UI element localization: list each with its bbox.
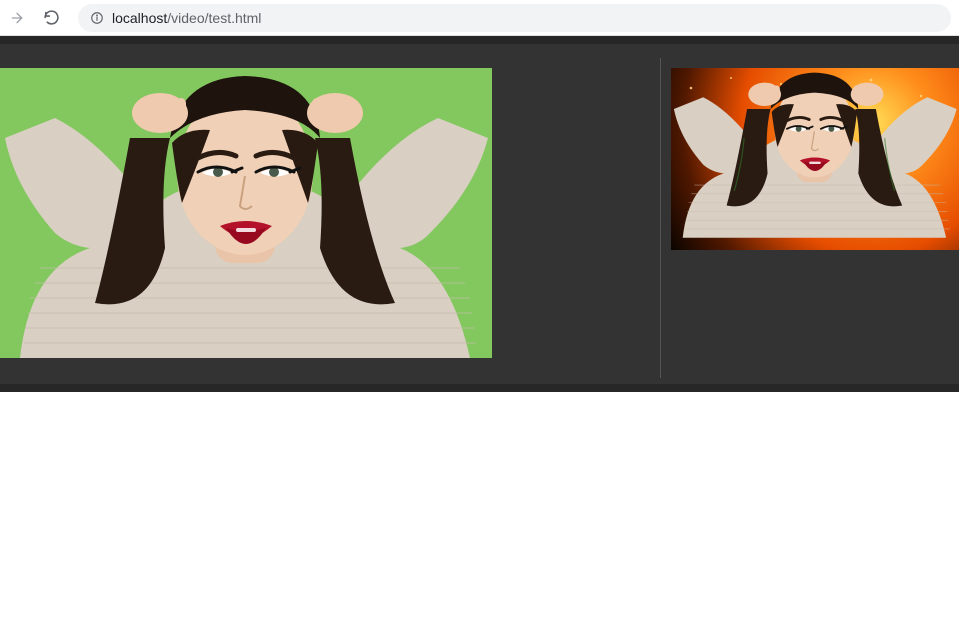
result-image-composite bbox=[671, 68, 959, 250]
top-dark-strip bbox=[0, 36, 959, 44]
url-text: localhost/video/test.html bbox=[112, 10, 261, 26]
browser-toolbar: localhost/video/test.html bbox=[0, 0, 959, 36]
address-bar[interactable]: localhost/video/test.html bbox=[78, 4, 951, 32]
url-host: localhost bbox=[112, 10, 167, 26]
info-icon bbox=[90, 11, 104, 25]
url-path: /video/test.html bbox=[167, 10, 261, 26]
reload-icon bbox=[43, 9, 60, 26]
person-illustration-small bbox=[671, 68, 959, 238]
source-image-greenscreen bbox=[0, 68, 492, 358]
upper-bar bbox=[0, 44, 959, 58]
reload-button[interactable] bbox=[42, 9, 60, 27]
left-panel bbox=[0, 58, 661, 378]
right-panel bbox=[661, 58, 959, 378]
page-content bbox=[0, 36, 959, 392]
bottom-dark-strip bbox=[0, 384, 959, 392]
person-illustration-large bbox=[0, 68, 492, 358]
panel-area bbox=[0, 58, 959, 378]
forward-button[interactable] bbox=[8, 9, 26, 27]
forward-arrow-icon bbox=[9, 10, 25, 26]
